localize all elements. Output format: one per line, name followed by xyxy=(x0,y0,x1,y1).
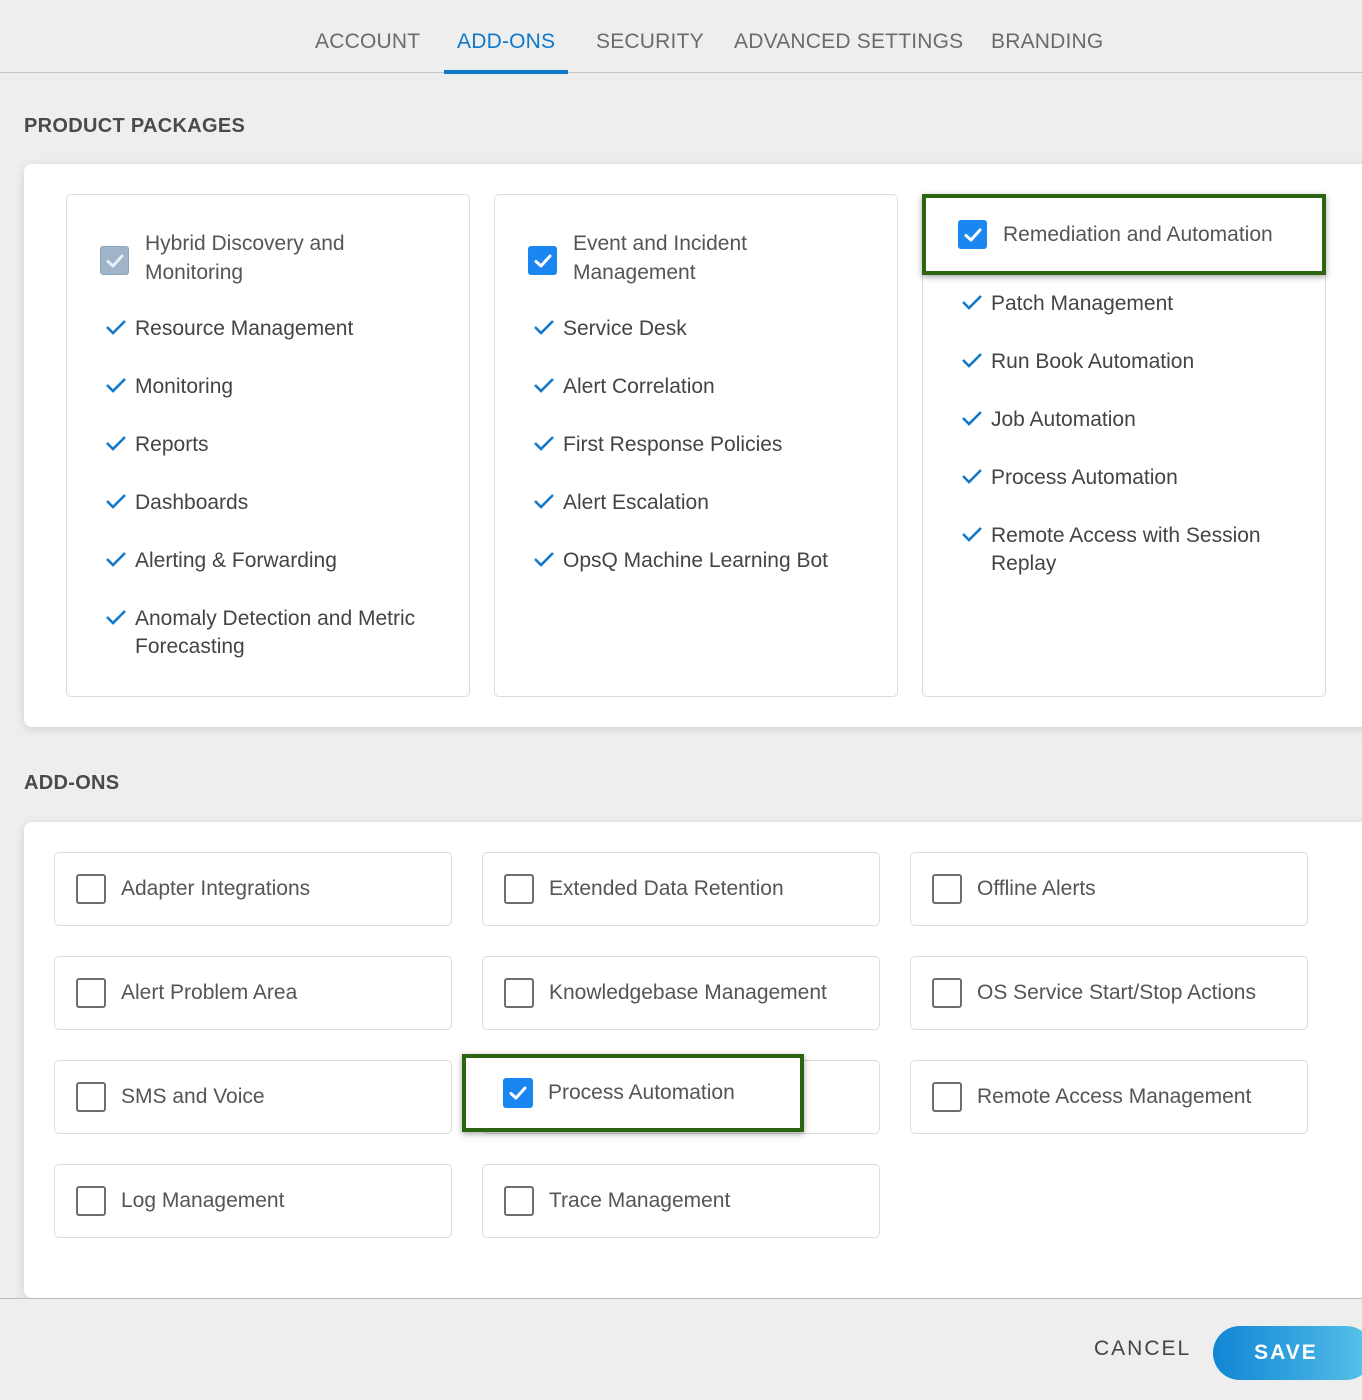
check-icon xyxy=(533,548,555,570)
settings-tabs: ACCOUNT ADD-ONS SECURITY ADVANCED SETTIN… xyxy=(0,0,1362,74)
package-card-event-incident: Event and Incident Management Service De… xyxy=(494,194,898,697)
addon-checkbox[interactable] xyxy=(932,1082,962,1112)
addon-checkbox[interactable] xyxy=(504,978,534,1008)
package-label: Hybrid Discovery and Monitoring xyxy=(145,232,345,284)
feature-item: Run Book Automation xyxy=(961,348,1301,376)
addon-checkbox[interactable] xyxy=(932,978,962,1008)
addon-offline-alerts[interactable]: Offline Alerts xyxy=(910,852,1308,926)
tab-add-ons[interactable]: ADD-ONS xyxy=(443,30,569,74)
addon-trace-management[interactable]: Trace Management xyxy=(482,1164,880,1238)
addon-extended-data-retention[interactable]: Extended Data Retention xyxy=(482,852,880,926)
check-icon xyxy=(961,523,983,545)
product-packages-panel: Hybrid Discovery and Monitoring Resource… xyxy=(24,164,1362,727)
check-icon xyxy=(533,432,555,454)
checkmark-icon xyxy=(106,254,123,267)
checkmark-icon xyxy=(534,254,551,267)
addon-adapter-integrations[interactable]: Adapter Integrations xyxy=(54,852,452,926)
addon-checkbox[interactable] xyxy=(932,874,962,904)
addon-remote-access-management[interactable]: Remote Access Management xyxy=(910,1060,1308,1134)
check-icon xyxy=(105,490,127,512)
package-card-hybrid-discovery: Hybrid Discovery and Monitoring Resource… xyxy=(66,194,470,697)
feature-list: Resource Management Monitoring Reports D… xyxy=(105,315,445,691)
check-icon xyxy=(105,374,127,396)
addon-sms-and-voice[interactable]: SMS and Voice xyxy=(54,1060,452,1134)
feature-item: Alert Escalation xyxy=(533,489,873,517)
addon-knowledgebase-management[interactable]: Knowledgebase Management xyxy=(482,956,880,1030)
feature-item: Process Automation xyxy=(961,464,1301,492)
check-icon xyxy=(533,490,555,512)
addon-process-automation[interactable]: Process Automation xyxy=(462,1054,804,1132)
feature-item: Reports xyxy=(105,431,445,459)
feature-item: Service Desk xyxy=(533,315,873,343)
checkmark-icon xyxy=(964,228,981,241)
check-icon xyxy=(961,407,983,429)
feature-item: Monitoring xyxy=(105,373,445,401)
addon-checkbox[interactable] xyxy=(76,1082,106,1112)
checkmark-icon xyxy=(509,1086,527,1100)
tab-advanced-settings[interactable]: ADVANCED SETTINGS xyxy=(734,30,963,73)
feature-item: Patch Management xyxy=(961,290,1301,318)
save-button[interactable]: SAVE xyxy=(1213,1326,1362,1380)
highlight-remediation-package: Remediation and Automation xyxy=(922,194,1326,275)
package-label: Event and Incident Management xyxy=(573,232,747,284)
check-icon xyxy=(533,316,555,338)
feature-item: First Response Policies xyxy=(533,431,873,459)
feature-item: Remote Access with Session Replay xyxy=(961,522,1301,578)
check-icon xyxy=(533,374,555,396)
addon-log-management[interactable]: Log Management xyxy=(54,1164,452,1238)
feature-item: Alert Correlation xyxy=(533,373,873,401)
addon-checkbox[interactable] xyxy=(76,1186,106,1216)
addon-os-service-actions[interactable]: OS Service Start/Stop Actions xyxy=(910,956,1308,1030)
check-icon xyxy=(961,465,983,487)
check-icon xyxy=(105,432,127,454)
check-icon xyxy=(105,548,127,570)
check-icon xyxy=(105,316,127,338)
addon-alert-problem-area[interactable]: Alert Problem Area xyxy=(54,956,452,1030)
tab-branding[interactable]: BRANDING xyxy=(991,30,1103,73)
addon-checkbox[interactable] xyxy=(76,874,106,904)
footer-bar: CANCEL SAVE xyxy=(0,1298,1362,1400)
feature-list: Service Desk Alert Correlation First Res… xyxy=(533,315,873,605)
addon-checkbox[interactable] xyxy=(504,1186,534,1216)
package-checkbox-disabled xyxy=(100,246,129,275)
check-icon xyxy=(961,349,983,371)
tab-account[interactable]: ACCOUNT xyxy=(315,30,420,73)
add-ons-title: ADD-ONS xyxy=(24,772,120,794)
feature-list: Patch Management Run Book Automation Job… xyxy=(961,290,1301,608)
tab-security[interactable]: SECURITY xyxy=(596,30,704,73)
package-checkbox[interactable] xyxy=(528,246,557,275)
feature-item: Resource Management xyxy=(105,315,445,343)
addon-checkbox[interactable] xyxy=(504,874,534,904)
product-packages-title: PRODUCT PACKAGES xyxy=(24,115,246,137)
check-icon xyxy=(961,291,983,313)
feature-item: Job Automation xyxy=(961,406,1301,434)
addon-checkbox[interactable] xyxy=(503,1078,533,1108)
package-checkbox[interactable] xyxy=(958,220,987,249)
feature-item: Anomaly Detection and Metric Forecasting xyxy=(105,605,445,661)
feature-item: OpsQ Machine Learning Bot xyxy=(533,547,873,575)
feature-item: Alerting & Forwarding xyxy=(105,547,445,575)
package-label: Remediation and Automation xyxy=(1003,222,1273,246)
cancel-button[interactable]: CANCEL xyxy=(1094,1337,1191,1361)
check-icon xyxy=(105,606,127,628)
addon-checkbox[interactable] xyxy=(76,978,106,1008)
add-ons-panel: Adapter Integrations Extended Data Reten… xyxy=(24,822,1362,1298)
feature-item: Dashboards xyxy=(105,489,445,517)
